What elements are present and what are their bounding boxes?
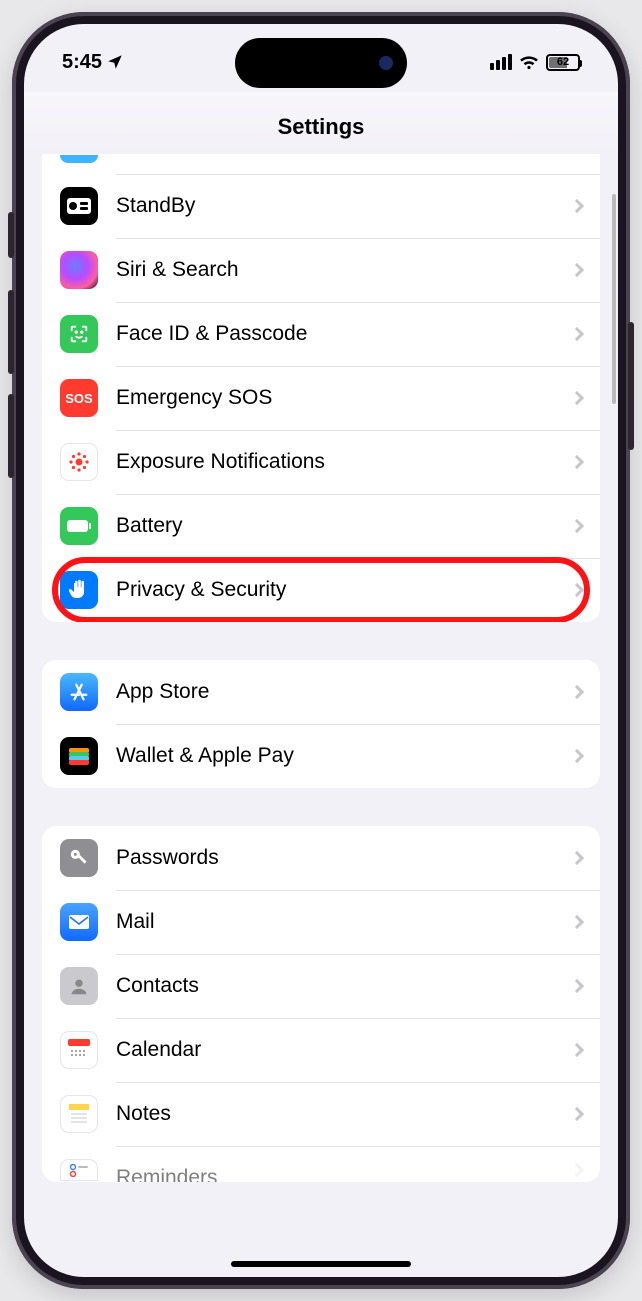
chevron-right-icon — [570, 391, 584, 405]
power-button — [628, 322, 634, 450]
chevron-right-icon — [570, 327, 584, 341]
chevron-right-icon — [570, 455, 584, 469]
settings-row-partial[interactable] — [42, 154, 600, 174]
settings-row-passwords[interactable]: Passwords — [42, 826, 600, 890]
row-label: App Store — [116, 680, 554, 704]
standby-icon — [60, 187, 98, 225]
chevron-right-icon — [570, 583, 584, 597]
row-label: StandBy — [116, 194, 554, 218]
row-label: Mail — [116, 910, 554, 934]
settings-list[interactable]: StandBy Siri & Search Face ID & Passcode — [24, 154, 618, 1245]
row-label: Wallet & Apple Pay — [116, 744, 554, 768]
settings-row-mail[interactable]: Mail — [42, 890, 600, 954]
chevron-right-icon — [570, 263, 584, 277]
status-time: 5:45 — [62, 51, 102, 74]
siri-icon — [60, 251, 98, 289]
exposure-icon — [60, 443, 98, 481]
location-icon — [106, 53, 124, 71]
row-label: Siri & Search — [116, 258, 554, 282]
calendar-icon — [60, 1031, 98, 1069]
privacy-hand-icon — [60, 571, 98, 609]
partial-icon — [60, 155, 98, 163]
chevron-right-icon — [570, 519, 584, 533]
contacts-icon — [60, 967, 98, 1005]
reminders-icon — [60, 1159, 98, 1181]
home-indicator[interactable] — [231, 1261, 411, 1267]
dynamic-island — [235, 38, 407, 88]
faceid-icon — [60, 315, 98, 353]
settings-row-exposure[interactable]: Exposure Notifications — [42, 430, 600, 494]
volume-down-button — [8, 394, 14, 478]
chevron-right-icon — [570, 851, 584, 865]
battery-icon: 62 — [546, 54, 580, 71]
settings-section: StandBy Siri & Search Face ID & Passcode — [42, 154, 600, 622]
settings-row-notes[interactable]: Notes — [42, 1082, 600, 1146]
settings-section: Passwords Mail Contacts — [42, 826, 600, 1182]
settings-row-calendar[interactable]: Calendar — [42, 1018, 600, 1082]
settings-row-privacy[interactable]: Privacy & Security — [42, 558, 600, 622]
key-icon — [60, 839, 98, 877]
settings-row-reminders[interactable]: Reminders — [42, 1146, 600, 1182]
row-label: Exposure Notifications — [116, 450, 554, 474]
row-label: Battery — [116, 514, 554, 538]
settings-row-battery[interactable]: Battery — [42, 494, 600, 558]
row-label: Reminders — [116, 1166, 554, 1182]
settings-row-contacts[interactable]: Contacts — [42, 954, 600, 1018]
settings-row-sos[interactable]: SOS Emergency SOS — [42, 366, 600, 430]
row-label: Calendar — [116, 1038, 554, 1062]
volume-up-button — [8, 290, 14, 374]
screen: 5:45 62 Settings — [24, 24, 618, 1277]
row-label: Contacts — [116, 974, 554, 998]
notes-icon — [60, 1095, 98, 1133]
row-label: Emergency SOS — [116, 386, 554, 410]
chevron-right-icon — [570, 979, 584, 993]
side-button — [8, 212, 14, 258]
settings-row-wallet[interactable]: Wallet & Apple Pay — [42, 724, 600, 788]
row-label: Notes — [116, 1102, 554, 1126]
chevron-right-icon — [570, 199, 584, 213]
scrollbar[interactable] — [612, 194, 616, 404]
settings-row-standby[interactable]: StandBy — [42, 174, 600, 238]
chevron-right-icon — [570, 1043, 584, 1057]
chevron-right-icon — [570, 1163, 584, 1177]
sos-icon: SOS — [60, 379, 98, 417]
wallet-icon — [60, 737, 98, 775]
chevron-right-icon — [570, 1107, 584, 1121]
battery-icon — [60, 507, 98, 545]
settings-row-siri[interactable]: Siri & Search — [42, 238, 600, 302]
battery-level: 62 — [557, 56, 569, 68]
chevron-right-icon — [570, 915, 584, 929]
settings-row-faceid[interactable]: Face ID & Passcode — [42, 302, 600, 366]
settings-row-appstore[interactable]: App Store — [42, 660, 600, 724]
page-title: Settings — [24, 92, 618, 154]
row-label: Privacy & Security — [116, 578, 554, 602]
cellular-signal-icon — [490, 54, 512, 70]
row-label: Face ID & Passcode — [116, 322, 554, 346]
wifi-icon — [518, 54, 540, 70]
appstore-icon — [60, 673, 98, 711]
phone-frame: 5:45 62 Settings — [12, 12, 630, 1289]
row-label: Passwords — [116, 846, 554, 870]
settings-section: App Store Wallet & Apple Pay — [42, 660, 600, 788]
chevron-right-icon — [570, 685, 584, 699]
chevron-right-icon — [570, 749, 584, 763]
mail-icon — [60, 903, 98, 941]
